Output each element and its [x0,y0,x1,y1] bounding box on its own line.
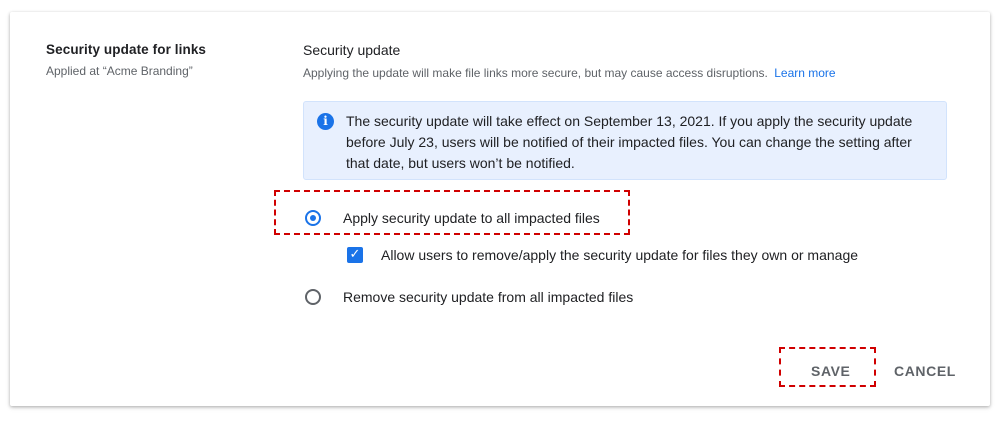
allow-users-option[interactable]: ✓ Allow users to remove/apply the securi… [347,247,858,263]
setting-description: Applying the update will make file links… [303,66,953,80]
section-title: Security update for links [46,42,207,57]
setting-panel: Security update Applying the update will… [303,42,953,180]
highlight-apply-option [274,190,630,235]
remove-update-radio[interactable] [305,289,321,305]
info-text: The security update will take effect on … [346,113,913,171]
highlight-save-button [779,347,876,387]
allow-users-label: Allow users to remove/apply the security… [381,247,859,263]
allow-users-checkbox[interactable]: ✓ [347,247,363,263]
info-banner: i The security update will take effect o… [303,101,947,180]
learn-more-link[interactable]: Learn more [774,66,835,80]
setting-title: Security update [303,42,401,58]
info-icon: i [317,113,334,130]
setting-description-text: Applying the update will make file links… [303,66,768,80]
section-subtitle: Applied at “Acme Branding” [46,64,193,78]
cancel-button[interactable]: CANCEL [894,363,956,379]
remove-update-label: Remove security update from all impacted… [343,289,634,305]
remove-update-option[interactable]: Remove security update from all impacted… [305,289,633,305]
section-header: Security update for links Applied at “Ac… [46,42,206,78]
